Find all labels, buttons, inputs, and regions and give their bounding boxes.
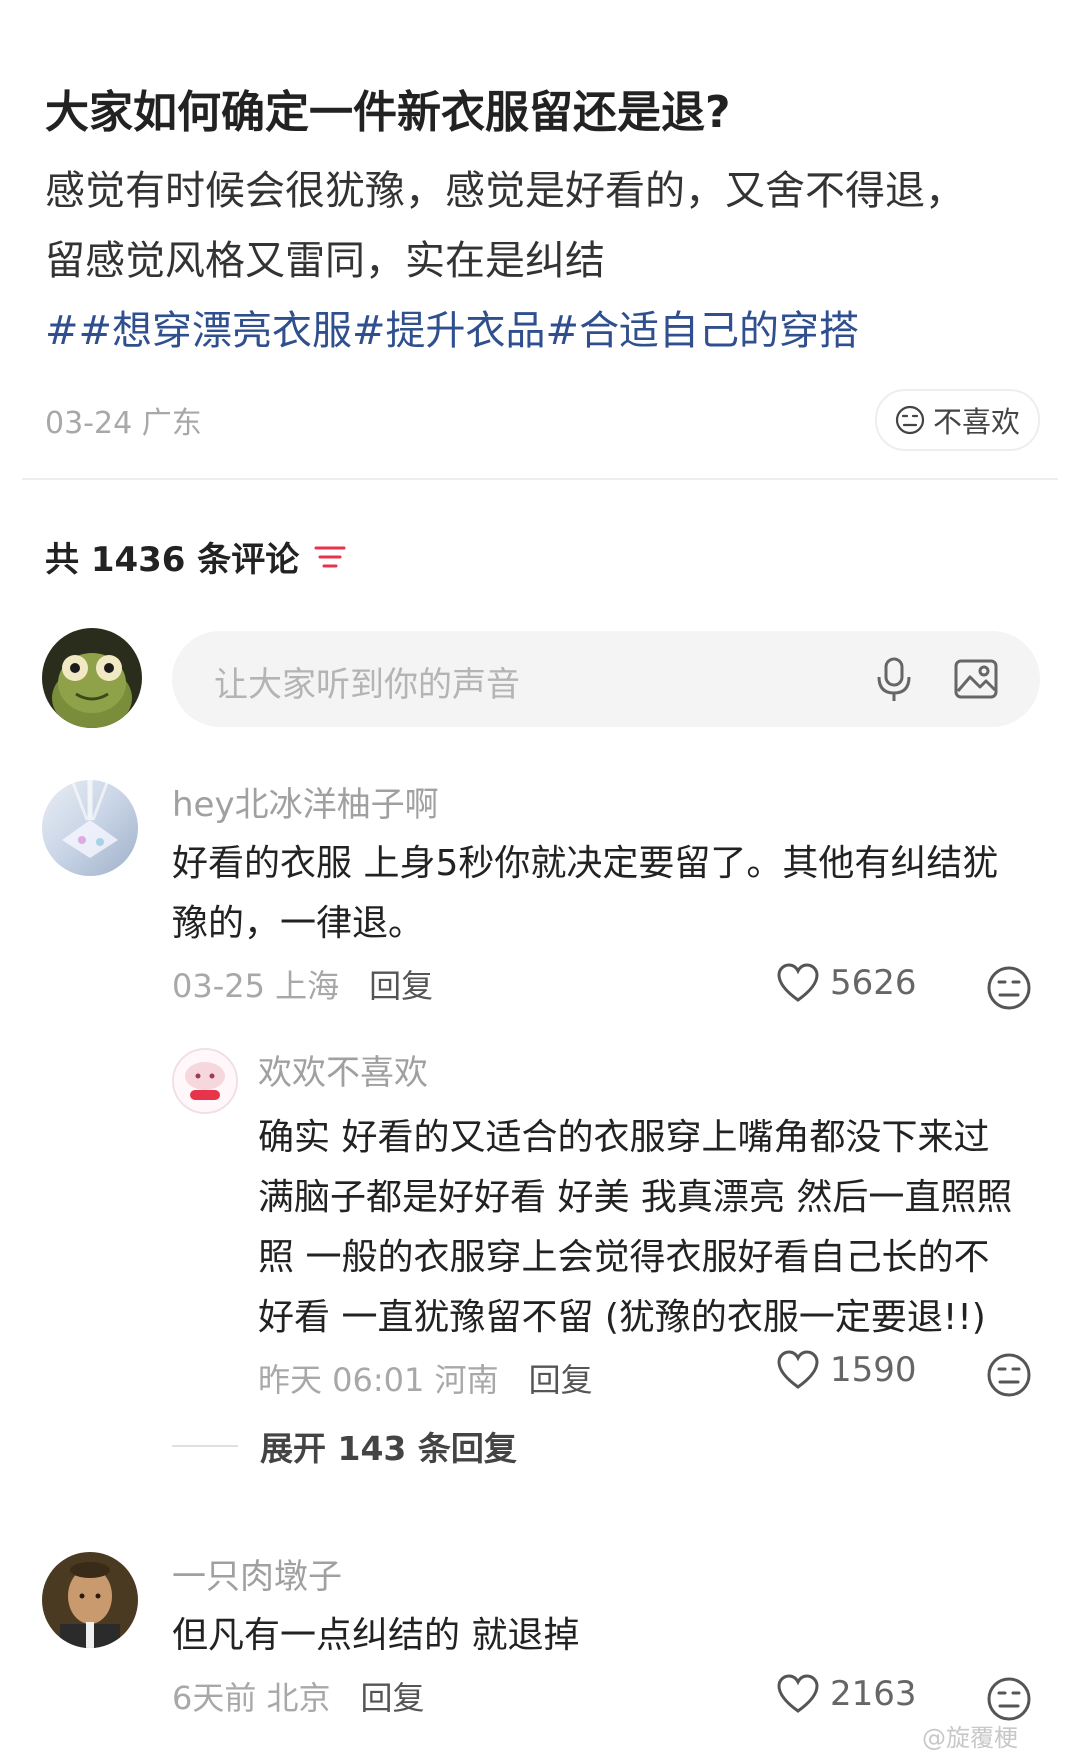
- expand-divider: [172, 1445, 238, 1447]
- post-body: 感觉有时候会很犹豫，感觉是好看的，又舍不得退， 留感觉风格又雷同，实在是纠结: [45, 156, 1035, 296]
- commenter-name[interactable]: hey北冰洋柚子啊: [172, 780, 1042, 830]
- meh-face-icon[interactable]: [986, 1352, 1032, 1398]
- commenter-avatar[interactable]: [42, 1552, 138, 1648]
- reply-button[interactable]: 回复: [369, 961, 433, 1007]
- reply-meta: 昨天 06:01 河南 回复: [258, 1348, 1048, 1408]
- comment-text-line: 但凡有一点纠结的 就退掉: [172, 1615, 580, 1656]
- like-count: 2163: [830, 1674, 917, 1714]
- post-title: 大家如何确定一件新衣服留还是退?: [45, 87, 731, 138]
- heart-icon: [777, 1350, 819, 1389]
- reply-avatar[interactable]: [172, 1048, 238, 1114]
- like-count: 5626: [830, 963, 917, 1003]
- comment-date-location: 6天前 北京: [172, 1679, 331, 1717]
- filter-lines-icon[interactable]: [313, 542, 347, 572]
- watermark: @旋覆梗: [922, 1724, 1018, 1752]
- comment-text: 但凡有一点纠结的 就退掉: [172, 1606, 1042, 1666]
- comment-input[interactable]: 让大家听到你的声音: [172, 631, 1040, 727]
- comment-input-row: 让大家听到你的声音: [42, 628, 1040, 730]
- reply-text-line: 确实 好看的又适合的衣服穿上嘴角都没下来过: [258, 1117, 990, 1158]
- comments-count-row: 共 1436 条评论: [45, 532, 347, 581]
- post-date-location: 03-24 广东: [45, 406, 202, 441]
- comment-text: 好看的衣服 上身5秒你就决定要留了。其他有纠结犹 豫的，一律退。: [172, 834, 1042, 954]
- dislike-label: 不喜欢: [932, 405, 1020, 439]
- reply-comment: 欢欢不喜欢 确实 好看的又适合的衣服穿上嘴角都没下来过 满脑子都是好好看 好美 …: [258, 1048, 1048, 1408]
- reply-text-line: 好看 一直犹豫留不留 (犹豫的衣服一定要退!!): [258, 1297, 986, 1338]
- heart-icon: [777, 1674, 819, 1713]
- meh-face-icon[interactable]: [986, 1676, 1032, 1722]
- like-button[interactable]: 1590: [776, 1350, 917, 1390]
- post-tags: ##想穿漂亮衣服 #提升衣品 #合适自己的穿搭: [45, 296, 1035, 366]
- expand-replies-label: 展开 143 条回复: [260, 1429, 517, 1468]
- divider: [22, 478, 1058, 480]
- hashtag-link[interactable]: #提升衣品: [352, 296, 546, 366]
- hashtag-link[interactable]: #合适自己的穿搭: [546, 296, 860, 366]
- image-icon[interactable]: [952, 655, 1000, 703]
- reply-button[interactable]: 回复: [361, 1673, 425, 1719]
- reply-date-location: 昨天 06:01 河南: [258, 1361, 499, 1399]
- comment-date-location: 03-25 上海: [172, 967, 340, 1005]
- like-button[interactable]: 5626: [776, 963, 917, 1003]
- reply-button[interactable]: 回复: [529, 1355, 593, 1401]
- comment-text-line: 豫的，一律退。: [172, 903, 425, 944]
- post: 大家如何确定一件新衣服留还是退? 感觉有时候会很犹豫，感觉是好看的，又舍不得退，…: [45, 78, 1035, 366]
- comment-input-placeholder: 让大家听到你的声音: [214, 665, 520, 705]
- microphone-icon[interactable]: [872, 655, 916, 703]
- post-body-line: 感觉有时候会很犹豫，感觉是好看的，又舍不得退，: [45, 168, 965, 214]
- comments-count: 共 1436 条评论: [45, 540, 300, 580]
- reply-text: 确实 好看的又适合的衣服穿上嘴角都没下来过 满脑子都是好好看 好美 我真漂亮 然…: [258, 1108, 1048, 1348]
- like-count: 1590: [830, 1350, 917, 1390]
- comment-text-line: 好看的衣服 上身5秒你就决定要留了。其他有纠结犹: [172, 843, 999, 884]
- expand-replies-button[interactable]: 展开 143 条回复: [172, 1422, 517, 1470]
- heart-icon: [777, 963, 819, 1002]
- my-avatar[interactable]: [42, 628, 142, 728]
- reply-text-line: 满脑子都是好好看 好美 我真漂亮 然后一直照照: [258, 1177, 1013, 1218]
- dislike-button[interactable]: 不喜欢: [874, 389, 1040, 451]
- reply-user-name[interactable]: 欢欢不喜欢: [258, 1048, 1048, 1098]
- post-meta-row: 03-24 广东 不喜欢: [45, 389, 1040, 451]
- commenter-name[interactable]: 一只肉墩子: [172, 1552, 1042, 1602]
- like-button[interactable]: 2163: [776, 1674, 917, 1714]
- commenter-avatar[interactable]: [42, 780, 138, 876]
- reply-text-line: 照 一般的衣服穿上会觉得衣服好看自己长的不: [258, 1237, 990, 1278]
- hashtag-link[interactable]: ##想穿漂亮衣服: [45, 296, 352, 366]
- meh-face-icon[interactable]: [986, 965, 1032, 1011]
- meh-face-icon: [895, 405, 925, 435]
- post-body-line: 留感觉风格又雷同，实在是纠结: [45, 238, 605, 284]
